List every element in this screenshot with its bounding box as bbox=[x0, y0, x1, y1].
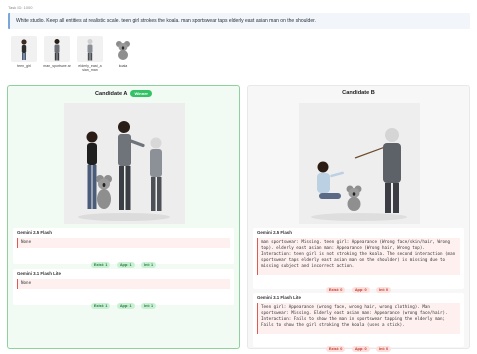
feedback-text: man sportswear: Missing. teen girl: Appe… bbox=[257, 238, 460, 275]
reference-elderly-man[interactable]: elderly_east_a sian_man bbox=[75, 36, 105, 72]
int-score: Int: 1 bbox=[141, 262, 157, 268]
candidate-b-panel[interactable]: Candidate B Gemini 2.5 Flash man sportsw… bbox=[247, 85, 470, 352]
elderly-man-image bbox=[77, 36, 103, 62]
model-name: Gemini 3.1 Flash Lite bbox=[17, 271, 61, 276]
int-score: Int: 1 bbox=[141, 303, 157, 309]
reference-caption: teen_girl bbox=[17, 64, 31, 68]
app-score: App: 0 bbox=[351, 346, 370, 352]
reference-caption: koala bbox=[118, 64, 128, 68]
candidate-b-image[interactable] bbox=[299, 103, 420, 224]
koala-image bbox=[110, 36, 136, 62]
candidate-b-title: Candidate B bbox=[342, 90, 375, 96]
reference-man-sportswear[interactable]: man_sportswe ar bbox=[42, 36, 72, 68]
exist-score: Exist: 1 bbox=[90, 303, 111, 309]
candidate-a-title: Candidate A Winner bbox=[8, 90, 239, 97]
feedback-text: Teen girl: Appearance (wrong face, wrong… bbox=[257, 303, 460, 334]
feedback-text: None bbox=[17, 279, 230, 289]
feedback-text: None bbox=[17, 238, 230, 248]
reference-caption: man_sportswe ar bbox=[43, 64, 71, 68]
reference-koala[interactable]: koala bbox=[108, 36, 138, 68]
candidate-a-image[interactable] bbox=[64, 103, 185, 224]
reference-teen-girl[interactable]: teen_girl bbox=[9, 36, 39, 68]
candidate-a-panel[interactable]: Candidate A Winner Gemini 2.5 Flash None… bbox=[7, 85, 240, 349]
winner-badge: Winner bbox=[130, 90, 152, 97]
model-name: Gemini 2.5 Flash bbox=[257, 230, 292, 235]
model-name: Gemini 3.1 Flash Lite bbox=[257, 295, 301, 300]
candidate-a-gemini-25-card: Gemini 2.5 Flash None Exist: 1 App: 1 In… bbox=[13, 228, 234, 268]
task-id: Task ID: 1000 bbox=[8, 5, 33, 10]
score-pills: Exist: 1 App: 1 Int: 1 bbox=[13, 294, 234, 312]
exist-score: Exist: 0 bbox=[325, 346, 346, 352]
int-score: Int: 0 bbox=[376, 346, 392, 352]
teen-girl-image bbox=[11, 36, 37, 62]
reference-caption: elderly_east_a sian_man bbox=[78, 64, 102, 72]
app-score: App: 1 bbox=[116, 262, 135, 268]
model-name: Gemini 2.5 Flash bbox=[17, 230, 52, 235]
candidate-b-gemini-31-card: Gemini 3.1 Flash Lite Teen girl: Appeara… bbox=[253, 293, 464, 352]
app-score: App: 1 bbox=[116, 303, 135, 309]
candidate-a-gemini-31-card: Gemini 3.1 Flash Lite None Exist: 1 App:… bbox=[13, 269, 234, 309]
man-sportswear-image bbox=[44, 36, 70, 62]
reference-strip: teen_girl man_sportswe ar elderly_east_a… bbox=[8, 33, 470, 77]
prompt-box: White studio. Keep all entities at reali… bbox=[8, 13, 470, 29]
score-pills: Exist: 0 App: 0 Int: 0 bbox=[253, 337, 464, 354]
exist-score: Exist: 1 bbox=[90, 262, 111, 268]
candidate-b-gemini-25-card: Gemini 2.5 Flash man sportswear: Missing… bbox=[253, 228, 464, 293]
